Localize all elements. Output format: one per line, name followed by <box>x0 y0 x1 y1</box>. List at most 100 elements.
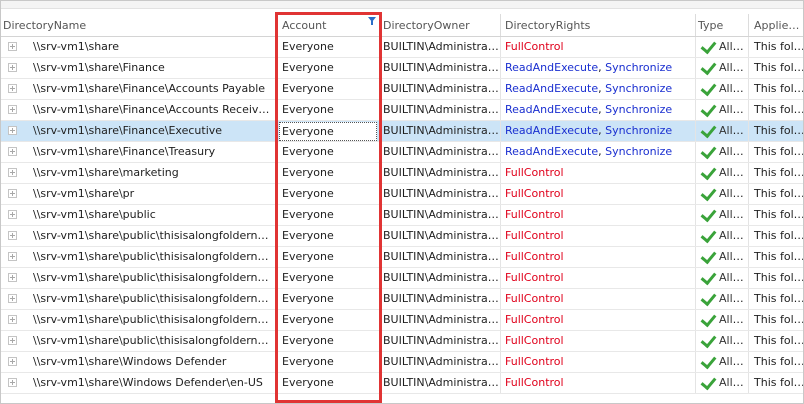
cell-type[interactable]: Allow <box>696 142 749 162</box>
cell-directory-name[interactable]: \\srv-vm1\share\Finance\Accounts Receiva… <box>1 100 277 120</box>
cell-applies-to[interactable]: This folder <box>749 100 803 120</box>
cell-type[interactable]: Allow <box>696 58 749 78</box>
cell-directory-name[interactable]: \\srv-vm1\share\Windows Defender\en-US <box>1 373 277 393</box>
cell-directory-name[interactable]: \\srv-vm1\share\Finance\Executive <box>1 121 277 141</box>
cell-applies-to[interactable]: This folder <box>749 142 803 162</box>
cell-applies-to[interactable]: This folder <box>749 373 803 393</box>
cell-directory-name[interactable]: \\srv-vm1\share\Windows Defender <box>1 352 277 372</box>
cell-account[interactable]: Everyone <box>277 289 380 309</box>
cell-account[interactable]: Everyone <box>277 226 380 246</box>
cell-applies-to[interactable]: This folder <box>749 310 803 330</box>
cell-applies-to[interactable]: This folder <box>749 289 803 309</box>
cell-applies-to[interactable]: This folder <box>749 205 803 225</box>
cell-directory-rights[interactable]: FullControl <box>501 247 696 267</box>
table-row[interactable]: \\srv-vm1\share\public\thisisalongfolder… <box>1 268 803 289</box>
cell-directory-name[interactable]: \\srv-vm1\share\public\thisisalongfolder… <box>1 268 277 288</box>
cell-directory-owner[interactable]: BUILTIN\Administrators <box>380 373 501 393</box>
cell-directory-rights[interactable]: FullControl <box>501 37 696 57</box>
cell-directory-rights[interactable]: FullControl <box>501 163 696 183</box>
cell-directory-rights[interactable]: ReadAndExecute, Synchronize <box>501 100 696 120</box>
cell-directory-owner[interactable]: BUILTIN\Administrators <box>380 79 501 99</box>
cell-directory-rights[interactable]: FullControl <box>501 184 696 204</box>
cell-type[interactable]: Allow <box>696 79 749 99</box>
cell-type[interactable]: Allow <box>696 121 749 141</box>
cell-directory-name[interactable]: \\srv-vm1\share\marketing <box>1 163 277 183</box>
cell-directory-name[interactable]: \\srv-vm1\share\public\thisisalongfolder… <box>1 289 277 309</box>
cell-directory-rights[interactable]: ReadAndExecute, Synchronize <box>501 121 696 141</box>
cell-type[interactable]: Allow <box>696 226 749 246</box>
cell-account[interactable]: Everyone <box>277 163 380 183</box>
cell-account[interactable]: Everyone <box>277 79 380 99</box>
cell-account[interactable]: Everyone <box>277 58 380 78</box>
expand-plus-icon[interactable] <box>8 252 17 261</box>
cell-applies-to[interactable]: This folder <box>749 331 803 351</box>
table-row[interactable]: \\srv-vm1\share\public Everyone BUILTIN\Ad… <box>1 205 803 226</box>
table-row[interactable]: \\srv-vm1\share\marketing Everyone BUILTIN… <box>1 163 803 184</box>
cell-account[interactable]: Everyone <box>277 100 380 120</box>
cell-directory-owner[interactable]: BUILTIN\Administrators <box>380 289 501 309</box>
table-row[interactable]: \\srv-vm1\share\Finance\Executive Everyon… <box>1 121 803 142</box>
table-row[interactable]: \\srv-vm1\share\pr Everyone BUILTIN\Admini… <box>1 184 803 205</box>
cell-directory-owner[interactable]: BUILTIN\Administrators <box>380 205 501 225</box>
cell-type[interactable]: Allow <box>696 268 749 288</box>
cell-directory-owner[interactable]: BUILTIN\Administrators <box>380 142 501 162</box>
cell-type[interactable]: Allow <box>696 373 749 393</box>
cell-type[interactable]: Allow <box>696 310 749 330</box>
cell-directory-owner[interactable]: BUILTIN\Administrators <box>380 247 501 267</box>
table-row[interactable]: \\srv-vm1\share Everyone BUILTIN\Administr… <box>1 37 803 58</box>
cell-directory-owner[interactable]: BUILTIN\Administrators <box>380 331 501 351</box>
expand-plus-icon[interactable] <box>8 210 17 219</box>
expand-plus-icon[interactable] <box>8 315 17 324</box>
table-row[interactable]: \\srv-vm1\share\Windows Defender\en-US Ev… <box>1 373 803 394</box>
expand-plus-icon[interactable] <box>8 147 17 156</box>
cell-applies-to[interactable]: This folder <box>749 184 803 204</box>
cell-directory-rights[interactable]: FullControl <box>501 310 696 330</box>
expand-plus-icon[interactable] <box>8 189 17 198</box>
cell-directory-owner[interactable]: BUILTIN\Administrators <box>380 163 501 183</box>
table-row[interactable]: \\srv-vm1\share\public\thisisalongfolder… <box>1 289 803 310</box>
expand-plus-icon[interactable] <box>8 357 17 366</box>
cell-account[interactable]: Everyone <box>277 373 380 393</box>
cell-directory-owner[interactable]: BUILTIN\Administrators <box>380 310 501 330</box>
cell-applies-to[interactable]: This folder <box>749 58 803 78</box>
cell-type[interactable]: Allow <box>696 100 749 120</box>
cell-account[interactable]: Everyone <box>277 205 380 225</box>
expand-plus-icon[interactable] <box>8 378 17 387</box>
cell-type[interactable]: Allow <box>696 289 749 309</box>
cell-directory-name[interactable]: \\srv-vm1\share\public\thisisalongfolder… <box>1 247 277 267</box>
cell-directory-name[interactable]: \\srv-vm1\share\Finance\Treasury <box>1 142 277 162</box>
cell-directory-name[interactable]: \\srv-vm1\share\public\thisisalongfolder… <box>1 310 277 330</box>
cell-account[interactable]: Everyone <box>277 142 380 162</box>
cell-account[interactable]: Everyone <box>277 331 380 351</box>
table-row[interactable]: \\srv-vm1\share\public\thisisalongfolder… <box>1 226 803 247</box>
cell-type[interactable]: Allow <box>696 184 749 204</box>
cell-directory-rights[interactable]: FullControl <box>501 226 696 246</box>
cell-type[interactable]: Allow <box>696 205 749 225</box>
cell-type[interactable]: Allow <box>696 352 749 372</box>
cell-directory-rights[interactable]: FullControl <box>501 268 696 288</box>
cell-directory-owner[interactable]: BUILTIN\Administrators <box>380 226 501 246</box>
cell-account[interactable]: Everyone <box>277 268 380 288</box>
cell-directory-rights[interactable]: FullControl <box>501 331 696 351</box>
column-header-applies-to[interactable]: AppliesTo <box>749 14 803 36</box>
cell-account[interactable]: Everyone <box>277 184 380 204</box>
cell-applies-to[interactable]: This folder <box>749 226 803 246</box>
cell-type[interactable]: Allow <box>696 37 749 57</box>
table-row[interactable]: \\srv-vm1\share\Finance\Accounts Receiva… <box>1 100 803 121</box>
cell-account[interactable]: Everyone <box>277 247 380 267</box>
cell-directory-name[interactable]: \\srv-vm1\share\Finance\Accounts Payable <box>1 79 277 99</box>
cell-directory-rights[interactable]: FullControl <box>501 352 696 372</box>
cell-account[interactable]: Everyone <box>277 352 380 372</box>
cell-directory-owner[interactable]: BUILTIN\Administrators <box>380 100 501 120</box>
cell-applies-to[interactable]: This folder <box>749 79 803 99</box>
cell-directory-owner[interactable]: BUILTIN\Administrators <box>380 58 501 78</box>
cell-directory-owner[interactable]: BUILTIN\Administrators <box>380 37 501 57</box>
cell-type[interactable]: Allow <box>696 331 749 351</box>
column-header-directory-rights[interactable]: DirectoryRights <box>501 14 696 36</box>
column-header-type[interactable]: Type <box>696 14 749 36</box>
expand-plus-icon[interactable] <box>8 294 17 303</box>
expand-plus-icon[interactable] <box>8 168 17 177</box>
cell-directory-rights[interactable]: ReadAndExecute, Synchronize <box>501 142 696 162</box>
filter-icon[interactable] <box>368 17 376 25</box>
cell-applies-to[interactable]: This folder <box>749 163 803 183</box>
